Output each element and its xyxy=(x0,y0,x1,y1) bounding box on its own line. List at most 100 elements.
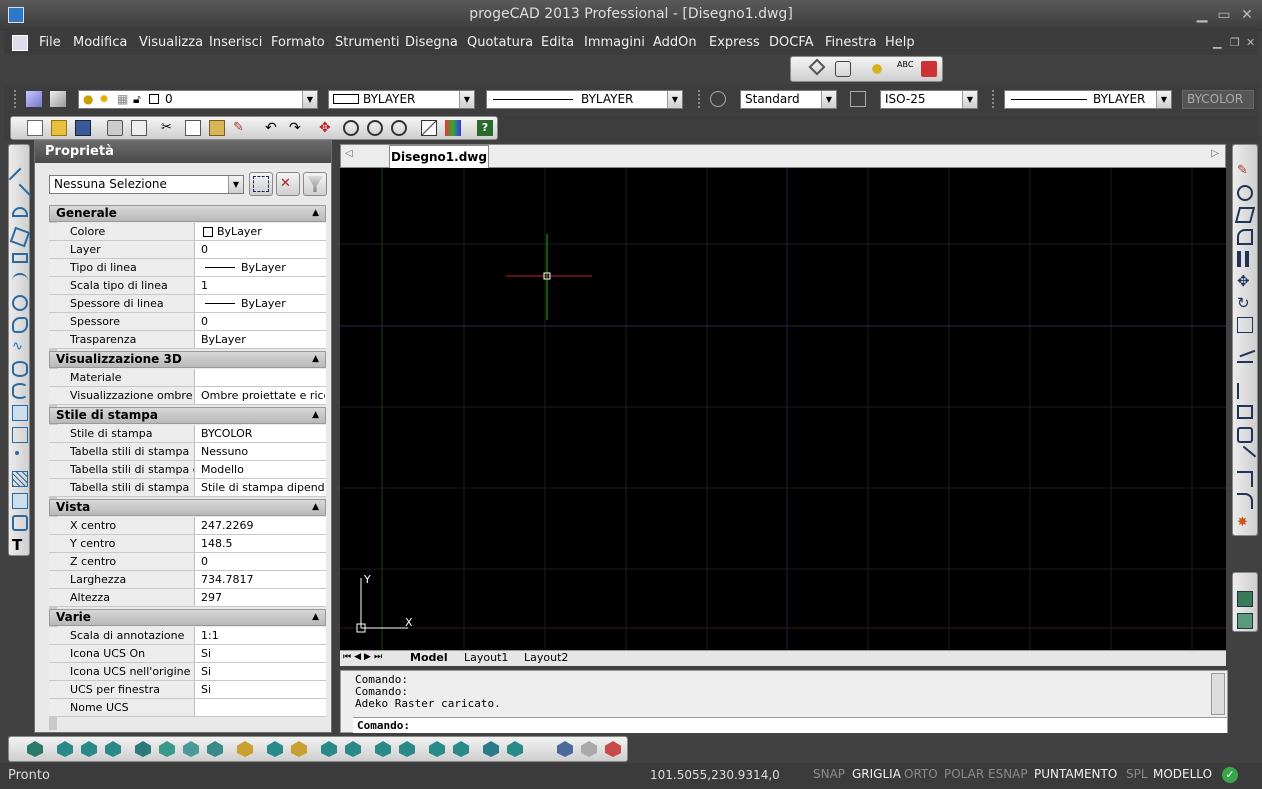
chevron-down-icon[interactable]: ▼ xyxy=(228,176,243,193)
status-toggle-esnap[interactable]: ESNAP xyxy=(988,767,1028,781)
toggle-pickadd-button[interactable] xyxy=(249,172,273,196)
command-scrollbar[interactable] xyxy=(1211,673,1225,715)
arc-icon[interactable] xyxy=(12,273,28,289)
solid-tool-icon[interactable] xyxy=(399,741,415,757)
abcd-style-icon[interactable] xyxy=(921,61,937,77)
property-value[interactable]: Si xyxy=(201,645,325,662)
move-icon[interactable]: ✥ xyxy=(1237,273,1253,289)
redo-icon[interactable]: ↷ xyxy=(289,120,305,136)
solid-tool-icon[interactable] xyxy=(605,741,621,757)
chevron-down-icon[interactable]: ▼ xyxy=(821,91,836,108)
property-row[interactable]: Spessore di linea ByLayer xyxy=(49,295,326,313)
plotstyle-dropdown[interactable]: BYCOLOR xyxy=(1182,90,1254,109)
property-value[interactable]: ByLayer xyxy=(201,259,325,276)
undo-icon[interactable]: ↶ xyxy=(265,120,281,136)
bulb-icon[interactable] xyxy=(869,61,885,77)
insert-block-icon[interactable] xyxy=(12,405,28,421)
property-row[interactable]: Tipo di linea ByLayer xyxy=(49,259,326,277)
copy-icon[interactable] xyxy=(185,120,201,136)
polyline-icon[interactable] xyxy=(12,207,28,217)
property-value[interactable]: 0 xyxy=(201,241,325,258)
ellipse-arc-icon[interactable] xyxy=(12,383,28,399)
solid-tool-icon[interactable] xyxy=(81,741,97,757)
solid-tool-icon[interactable] xyxy=(557,741,573,757)
property-value[interactable]: Nessuno xyxy=(201,443,325,460)
region-icon[interactable] xyxy=(12,493,28,509)
status-toggle-orto[interactable]: ORTO xyxy=(904,767,938,781)
solid-tool-icon[interactable] xyxy=(159,741,175,757)
command-input[interactable]: Comando: xyxy=(353,717,1227,733)
tab-disegno1[interactable]: Disegno1.dwg xyxy=(389,145,489,168)
status-toggle-puntamento[interactable]: PUNTAMENTO xyxy=(1034,767,1117,781)
property-row[interactable]: Colore ByLayer xyxy=(49,223,326,241)
property-value[interactable]: 1 xyxy=(201,277,325,294)
layout-tab-layout1[interactable]: Layout1 xyxy=(464,651,508,664)
fillet-icon[interactable] xyxy=(1237,493,1253,509)
layout-tab-model[interactable]: Model xyxy=(410,651,448,664)
chamfer-icon[interactable] xyxy=(1237,471,1253,487)
properties-icon[interactable] xyxy=(421,120,437,136)
explode-icon[interactable]: ✸ xyxy=(1237,515,1253,531)
property-value[interactable]: Si xyxy=(201,663,325,680)
spell-check-icon[interactable]: ABC xyxy=(897,61,913,77)
paste-icon[interactable] xyxy=(209,120,225,136)
checkmark-icon[interactable]: ✓ xyxy=(1222,767,1238,783)
zoom-previous-icon[interactable] xyxy=(391,120,407,136)
chevron-down-icon[interactable]: ▼ xyxy=(302,91,317,108)
property-row[interactable]: Trasparenza ByLayer xyxy=(49,331,326,349)
menu-quotatura[interactable]: Quotatura xyxy=(467,35,533,50)
minimize-icon[interactable]: ▁ xyxy=(1192,6,1212,24)
property-row[interactable]: Tabella stili di stampa Stile di stampa d… xyxy=(49,479,326,497)
solid-tool-icon[interactable] xyxy=(291,741,307,757)
property-value[interactable]: 1:1 xyxy=(201,627,325,644)
property-value[interactable]: Ombre proiettate e ricev... xyxy=(201,387,325,404)
dim-style-dropdown[interactable]: ISO-25 ▼ xyxy=(880,90,978,109)
chevron-down-icon[interactable]: ▼ xyxy=(459,91,474,108)
status-toggle-modello[interactable]: MODELLO xyxy=(1153,767,1212,781)
zoom-realtime-icon[interactable] xyxy=(343,120,359,136)
select-objects-button[interactable]: ✕ xyxy=(276,172,300,196)
help-icon[interactable]: ? xyxy=(477,120,493,136)
property-row[interactable]: Materiale xyxy=(49,369,326,387)
property-value[interactable] xyxy=(201,369,325,386)
mirror-icon[interactable] xyxy=(1234,207,1256,223)
save-icon[interactable] xyxy=(75,120,91,136)
ray-icon[interactable] xyxy=(8,183,32,207)
lengthen-icon[interactable] xyxy=(1237,361,1253,377)
section-header-1[interactable]: Visualizzazione 3D ▲ xyxy=(49,351,326,368)
property-value[interactable] xyxy=(201,699,325,716)
linetype-dropdown[interactable]: BYLAYER ▼ xyxy=(486,90,683,109)
close-icon[interactable]: ✕ xyxy=(1237,6,1257,24)
property-value[interactable]: ByLayer xyxy=(201,295,325,312)
polygon-icon[interactable] xyxy=(9,226,31,248)
array-icon[interactable] xyxy=(1237,251,1253,267)
solid-tool-icon[interactable] xyxy=(581,741,597,757)
offset-icon[interactable] xyxy=(1237,229,1253,245)
stretch-icon[interactable] xyxy=(1234,336,1256,358)
property-value[interactable]: 297 xyxy=(201,589,325,606)
property-row[interactable]: Nome UCS xyxy=(49,699,326,717)
toolbar-grip[interactable] xyxy=(698,90,702,108)
menu-inserisci[interactable]: Inserisci xyxy=(209,35,262,50)
property-row[interactable]: X centro 247.2269 xyxy=(49,517,326,535)
property-row[interactable]: Altezza 297 xyxy=(49,589,326,607)
section-header-3[interactable]: Vista ▲ xyxy=(49,499,326,516)
print-icon[interactable] xyxy=(107,120,123,136)
open-folder-icon[interactable] xyxy=(51,120,67,136)
solid-tool-icon[interactable] xyxy=(483,741,499,757)
rectangle-icon[interactable] xyxy=(12,253,28,263)
status-toggle-snap[interactable]: SNAP xyxy=(813,767,845,781)
menu-formato[interactable]: Formato xyxy=(271,35,325,50)
solid-tool-icon[interactable] xyxy=(183,741,199,757)
property-value[interactable]: Si xyxy=(201,681,325,698)
chevron-down-icon[interactable]: ▼ xyxy=(667,91,682,108)
status-toggle-griglia[interactable]: GRIGLIA xyxy=(852,767,901,781)
solid-tool-icon[interactable] xyxy=(453,741,469,757)
find-text-icon[interactable] xyxy=(835,61,851,77)
edit-text-icon[interactable] xyxy=(808,58,826,76)
menu-finestra[interactable]: Finestra xyxy=(825,35,877,50)
drawing-canvas[interactable]: Y X xyxy=(340,168,1226,650)
zoom-window-icon[interactable] xyxy=(367,120,383,136)
spline-icon[interactable]: ∿ xyxy=(12,339,28,355)
menu-express[interactable]: Express xyxy=(709,35,760,50)
